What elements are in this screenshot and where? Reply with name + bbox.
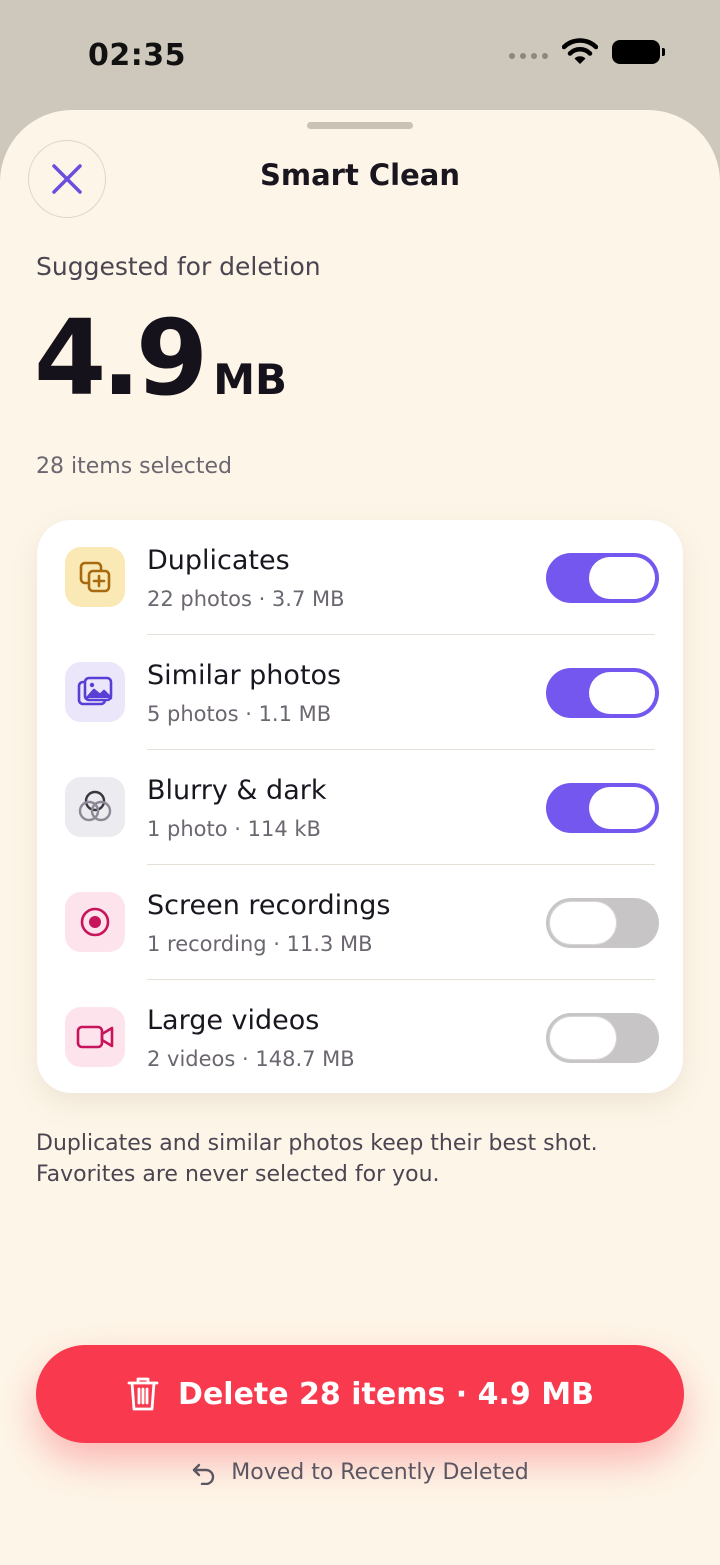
toggle-large-videos[interactable]: [546, 1013, 659, 1063]
toggle-knob: [550, 1017, 616, 1059]
toggle-duplicates[interactable]: [546, 553, 659, 603]
suggested-label: Suggested for deletion: [36, 252, 321, 281]
moved-note-label: Moved to Recently Deleted: [231, 1460, 529, 1485]
category-title: Blurry & dark: [147, 775, 327, 806]
moved-note: Moved to Recently Deleted: [0, 1460, 720, 1485]
cellular-dots-icon: [509, 53, 548, 59]
record-icon: [65, 892, 125, 952]
status-time: 02:35: [88, 38, 186, 73]
category-subtitle: 22 photos · 3.7 MB: [147, 587, 345, 611]
category-title: Screen recordings: [147, 890, 391, 921]
items-selected-count: 28 items selected: [36, 454, 233, 479]
toggle-knob: [589, 557, 655, 599]
category-row-large-videos[interactable]: Large videos 2 videos · 148.7 MB: [37, 980, 683, 1095]
photos-icon: [65, 662, 125, 722]
footnote: Duplicates and similar photos keep their…: [36, 1128, 676, 1190]
toggle-knob: [550, 902, 616, 944]
category-subtitle: 2 videos · 148.7 MB: [147, 1047, 355, 1071]
undo-icon: [193, 1463, 215, 1485]
status-icons: [509, 38, 665, 66]
delete-button[interactable]: Delete 28 items · 4.9 MB: [36, 1345, 684, 1443]
trash-icon: [127, 1377, 159, 1411]
delete-button-label: Delete 28 items · 4.9 MB: [178, 1376, 594, 1412]
toggle-knob: [589, 672, 655, 714]
duplicate-icon: [65, 547, 125, 607]
footnote-line: Favorites are never selected for you.: [36, 1162, 440, 1187]
category-title: Similar photos: [147, 660, 342, 691]
total-size-value: 4.9: [34, 297, 208, 419]
wifi-icon: [562, 38, 598, 64]
category-title: Duplicates: [147, 545, 290, 576]
blur-circles-icon: [65, 777, 125, 837]
category-row-blurry-dark[interactable]: Blurry & dark 1 photo · 114 kB: [37, 750, 683, 865]
toggle-knob: [589, 787, 655, 829]
category-subtitle: 5 photos · 1.1 MB: [147, 702, 332, 726]
category-row-similar-photos[interactable]: Similar photos 5 photos · 1.1 MB: [37, 635, 683, 750]
sheet-title: Smart Clean: [259, 158, 461, 192]
status-bar: 02:35: [0, 0, 720, 110]
category-subtitle: 1 photo · 114 kB: [147, 817, 321, 841]
smart-clean-sheet: Smart Clean Suggested for deletion 4.9 M…: [0, 110, 720, 1565]
category-row-duplicates[interactable]: Duplicates 22 photos · 3.7 MB: [37, 520, 683, 635]
footnote-line: Duplicates and similar photos keep their…: [36, 1131, 598, 1156]
toggle-screen-recordings[interactable]: [546, 898, 659, 948]
category-row-screen-recordings[interactable]: Screen recordings 1 recording · 11.3 MB: [37, 865, 683, 980]
total-size: 4.9 MB: [34, 306, 287, 410]
category-list: Duplicates 22 photos · 3.7 MB Similar ph…: [37, 520, 683, 1093]
sheet-grabber[interactable]: [307, 122, 413, 129]
toggle-blurry-dark[interactable]: [546, 783, 659, 833]
battery-icon: [612, 40, 665, 64]
video-camera-icon: [65, 1007, 125, 1067]
toggle-similar-photos[interactable]: [546, 668, 659, 718]
category-subtitle: 1 recording · 11.3 MB: [147, 932, 373, 956]
category-title: Large videos: [147, 1005, 320, 1036]
total-size-unit: MB: [213, 355, 288, 404]
